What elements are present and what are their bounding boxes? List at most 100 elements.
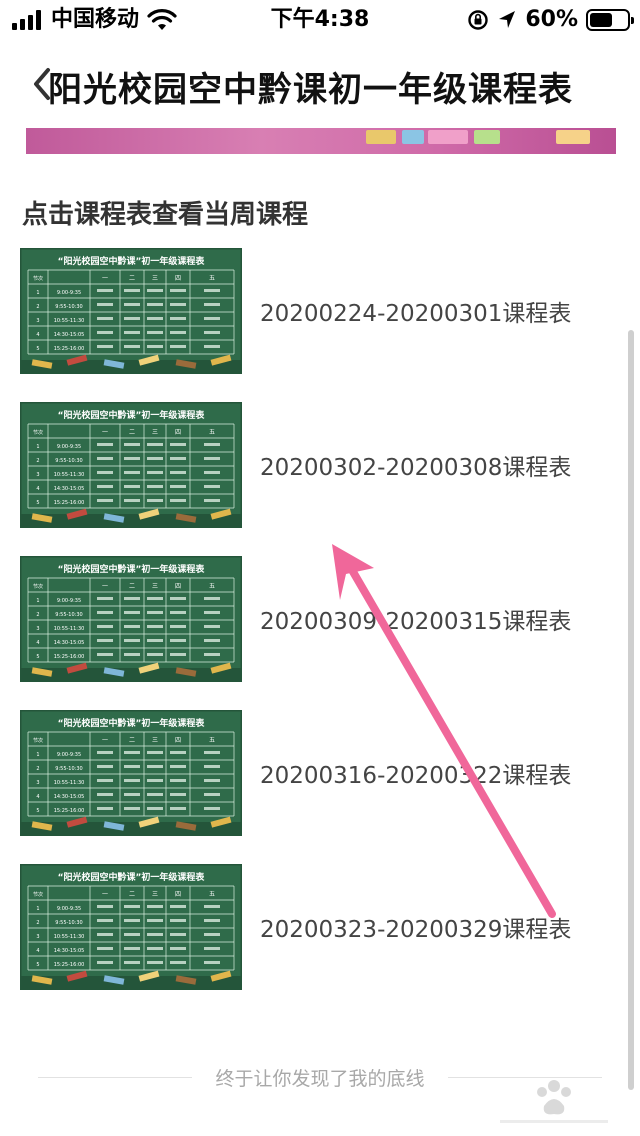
svg-text:4: 4 bbox=[36, 332, 39, 338]
battery-fill bbox=[590, 13, 612, 27]
svg-text:5: 5 bbox=[36, 500, 39, 506]
nav-bar: 阳光校园空中黔课初一年级课程表 bbox=[0, 48, 640, 120]
svg-text:4: 4 bbox=[36, 486, 39, 492]
battery-icon bbox=[586, 9, 634, 31]
scrollbar[interactable] bbox=[628, 330, 634, 1090]
svg-text:5: 5 bbox=[36, 654, 39, 660]
svg-text:“阳光校园空中黔课”初一年级课程表: “阳光校园空中黔课”初一年级课程表 bbox=[58, 563, 206, 575]
svg-text:节次: 节次 bbox=[33, 737, 43, 744]
watermark-logo-icon bbox=[500, 1080, 608, 1123]
svg-text:14:30-15:05: 14:30-15:05 bbox=[54, 640, 85, 646]
svg-text:五: 五 bbox=[209, 737, 215, 744]
svg-text:15:25-16:00: 15:25-16:00 bbox=[54, 346, 85, 352]
schedule-label[interactable]: 20200323-20200329课程表 bbox=[260, 910, 571, 944]
svg-text:10:55-11:30: 10:55-11:30 bbox=[54, 626, 85, 632]
svg-text:15:25-16:00: 15:25-16:00 bbox=[54, 654, 85, 660]
svg-text:三: 三 bbox=[152, 429, 158, 436]
svg-text:1: 1 bbox=[36, 906, 39, 912]
svg-text:9:00-9:35: 9:00-9:35 bbox=[57, 444, 81, 450]
svg-text:四: 四 bbox=[175, 429, 181, 436]
schedule-thumbnail[interactable]: “阳光校园空中黔课”初一年级课程表节次 一 二 三 四 五 1 9:00-9:35 2 9:55-… bbox=[20, 248, 242, 374]
svg-text:二: 二 bbox=[129, 737, 135, 744]
svg-text:二: 二 bbox=[129, 275, 135, 282]
svg-text:五: 五 bbox=[209, 429, 215, 436]
svg-text:4: 4 bbox=[36, 794, 39, 800]
svg-text:三: 三 bbox=[152, 275, 158, 282]
orientation-lock-icon bbox=[468, 10, 489, 30]
svg-text:一: 一 bbox=[102, 737, 108, 744]
schedule-item[interactable]: “阳光校园空中黔课”初一年级课程表 节次 一 二 三 四 五 1 9:00-9:35 2 9:55-… bbox=[20, 556, 600, 682]
svg-text:10:55-11:30: 10:55-11:30 bbox=[54, 318, 85, 324]
status-right: 60% bbox=[467, 6, 634, 34]
svg-text:1: 1 bbox=[36, 752, 39, 758]
svg-text:“阳光校园空中黔课”初一年级课程表: “阳光校园空中黔课”初一年级课程表 bbox=[58, 717, 206, 729]
svg-text:3: 3 bbox=[36, 934, 39, 940]
svg-text:2: 2 bbox=[36, 458, 39, 464]
svg-text:5: 5 bbox=[36, 962, 39, 968]
svg-text:五: 五 bbox=[209, 891, 215, 898]
schedule-label[interactable]: 20200302-20200308课程表 bbox=[260, 448, 571, 482]
banner-image[interactable] bbox=[26, 128, 616, 154]
svg-text:5: 5 bbox=[36, 346, 39, 352]
svg-text:节次: 节次 bbox=[33, 275, 43, 282]
svg-text:一: 一 bbox=[102, 891, 108, 898]
svg-text:4: 4 bbox=[36, 640, 39, 646]
svg-text:二: 二 bbox=[129, 429, 135, 436]
svg-text:15:25-16:00: 15:25-16:00 bbox=[54, 500, 85, 506]
svg-text:1: 1 bbox=[36, 598, 39, 604]
svg-text:14:30-15:05: 14:30-15:05 bbox=[54, 794, 85, 800]
svg-text:14:30-15:05: 14:30-15:05 bbox=[54, 948, 85, 954]
svg-text:10:55-11:30: 10:55-11:30 bbox=[54, 472, 85, 478]
svg-text:节次: 节次 bbox=[33, 583, 43, 590]
status-bar: 中国移动 下午4:38 60% bbox=[0, 0, 640, 40]
svg-text:五: 五 bbox=[209, 583, 215, 590]
svg-text:3: 3 bbox=[36, 472, 39, 478]
schedule-item[interactable]: “阳光校园空中黔课”初一年级课程表 节次 一 二 三 四 五 1 9:00-9:35 2 9:55-… bbox=[20, 710, 600, 836]
svg-text:2: 2 bbox=[36, 612, 39, 618]
svg-text:2: 2 bbox=[36, 920, 39, 926]
svg-text:9:55-10:30: 9:55-10:30 bbox=[55, 458, 82, 464]
svg-text:9:00-9:35: 9:00-9:35 bbox=[57, 598, 81, 604]
svg-text:14:30-15:05: 14:30-15:05 bbox=[54, 486, 85, 492]
svg-text:四: 四 bbox=[175, 275, 181, 282]
svg-text:“阳光校园空中黔课”初一年级课程表: “阳光校园空中黔课”初一年级课程表 bbox=[58, 255, 206, 267]
svg-text:14:30-15:05: 14:30-15:05 bbox=[54, 332, 85, 338]
schedule-label[interactable]: 20200316-20200322课程表 bbox=[260, 756, 571, 790]
svg-text:2: 2 bbox=[36, 766, 39, 772]
svg-text:1: 1 bbox=[36, 444, 39, 450]
page-title: 阳光校园空中黔课初一年级课程表 bbox=[48, 70, 573, 110]
schedule-thumbnail[interactable]: “阳光校园空中黔课”初一年级课程表节次 一 二 三 四 五 1 9:00-9:35 2 9:55-… bbox=[20, 710, 242, 836]
schedule-item[interactable]: “阳光校园空中黔课”初一年级课程表 节次 一 二 三 四 五 1 9:00-9:35 2 9:55-… bbox=[20, 864, 600, 990]
schedule-item[interactable]: “阳光校园空中黔课”初一年级课程表节次 一 二 三 四 五 1 9:00-9:35 2 9:55-… bbox=[20, 402, 600, 528]
svg-text:四: 四 bbox=[175, 891, 181, 898]
schedule-thumbnail[interactable]: “阳光校园空中黔课”初一年级课程表节次 一 二 三 四 五 1 9:00-9:35 2 9:55-… bbox=[20, 402, 242, 528]
battery-percent: 60% bbox=[525, 7, 578, 32]
svg-text:4: 4 bbox=[36, 948, 39, 954]
svg-text:15:25-16:00: 15:25-16:00 bbox=[54, 808, 85, 814]
svg-text:9:55-10:30: 9:55-10:30 bbox=[55, 304, 82, 310]
svg-text:“阳光校园空中黔课”初一年级课程表: “阳光校园空中黔课”初一年级课程表 bbox=[58, 409, 206, 421]
svg-text:三: 三 bbox=[152, 737, 158, 744]
svg-text:3: 3 bbox=[36, 780, 39, 786]
svg-text:“阳光校园空中黔课”初一年级课程表: “阳光校园空中黔课”初一年级课程表 bbox=[58, 871, 206, 883]
section-title: 点击课程表查看当周课程 bbox=[22, 200, 309, 230]
svg-text:1: 1 bbox=[36, 290, 39, 296]
svg-text:3: 3 bbox=[36, 318, 39, 324]
svg-text:9:00-9:35: 9:00-9:35 bbox=[57, 906, 81, 912]
svg-text:节次: 节次 bbox=[33, 429, 43, 436]
svg-text:一: 一 bbox=[102, 429, 108, 436]
schedule-thumbnail[interactable]: “阳光校园空中黔课”初一年级课程表节次 一 二 三 四 五 1 9:00-9:35 2 9:55-… bbox=[20, 864, 242, 990]
svg-text:5: 5 bbox=[36, 808, 39, 814]
svg-text:五: 五 bbox=[209, 275, 215, 282]
schedule-thumbnail[interactable]: “阳光校园空中黔课”初一年级课程表节次 一 二 三 四 五 1 9:00-9:35 2 9:55-… bbox=[20, 556, 242, 682]
svg-text:一: 一 bbox=[102, 275, 108, 282]
svg-text:9:00-9:35: 9:00-9:35 bbox=[57, 752, 81, 758]
location-icon bbox=[499, 11, 516, 28]
schedule-item[interactable]: “阳光校园空中黔课”初一年级课程表 节次 一 二 三 四 五 1 9:00-9:35 2 9:55-… bbox=[20, 248, 600, 374]
svg-text:9:00-9:35: 9:00-9:35 bbox=[57, 290, 81, 296]
svg-text:10:55-11:30: 10:55-11:30 bbox=[54, 934, 85, 940]
schedule-label[interactable]: 20200309-20200315课程表 bbox=[260, 602, 571, 636]
schedule-label[interactable]: 20200224-20200301课程表 bbox=[260, 294, 571, 328]
svg-text:3: 3 bbox=[36, 626, 39, 632]
svg-text:10:55-11:30: 10:55-11:30 bbox=[54, 780, 85, 786]
